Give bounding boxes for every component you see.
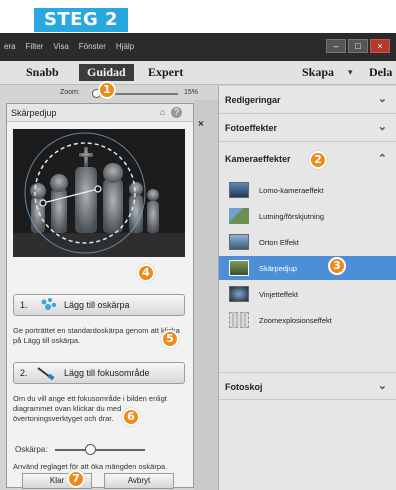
panel-header: Skärpedjup ⌂ ? (7, 104, 193, 122)
blur-slider-row: Oskärpa: (15, 443, 185, 457)
category-label: Redigeringar (225, 95, 281, 105)
blur-slider-track[interactable] (55, 449, 145, 451)
maximize-button[interactable]: □ (348, 39, 368, 53)
panel-title: Skärpedjup (11, 108, 57, 118)
menu-item-view[interactable]: Visa (53, 42, 68, 51)
category-label: Kameraeffekter (225, 154, 291, 164)
effect-label: Lutning/förskjutning (259, 212, 325, 221)
app-window: era Filter Visa Fönster Hjälp – □ × Snab… (0, 33, 396, 490)
tab-quick[interactable]: Snabb (26, 65, 59, 80)
menu-item-help[interactable]: Hjälp (116, 42, 134, 51)
blur-droplets-icon (38, 294, 60, 321)
effect-label: Orton Effekt (259, 238, 299, 247)
help-icon[interactable]: ? (171, 107, 182, 118)
blur-slider-knob[interactable] (85, 444, 96, 455)
effect-depth-of-field[interactable]: Skärpedjup (219, 256, 396, 280)
add-blur-label: Lägg till oskärpa (64, 300, 130, 310)
callout-3: 3 (328, 257, 346, 275)
callout-2: 2 (309, 151, 327, 169)
blur-slider-label: Oskärpa: (15, 445, 48, 454)
menu-item-filter[interactable]: Filter (26, 42, 44, 51)
effect-orton[interactable]: Orton Effekt (219, 230, 396, 254)
preview-diagram (13, 129, 185, 257)
effect-lomo[interactable]: Lomo-kameraeffekt (219, 178, 396, 202)
create-menu[interactable]: Skapa (302, 65, 334, 80)
step-badge: STEG 2 (34, 8, 128, 32)
effects-panel: Redigeringar ⌄ Fotoeffekter ⌄ Kameraeffe… (218, 86, 396, 490)
orton-thumbnail-icon (229, 234, 249, 250)
chevron-up-icon[interactable]: ⌃ (378, 152, 387, 165)
effect-label: Skärpedjup (259, 264, 297, 273)
tab-expert[interactable]: Expert (148, 65, 183, 80)
home-icon[interactable]: ⌂ (157, 107, 168, 118)
category-photo-effects[interactable]: Fotoeffekter ⌄ (219, 114, 396, 142)
add-focus-area-label: Lägg till fokusområde (64, 368, 150, 378)
callout-6: 6 (122, 408, 140, 426)
vignette-thumbnail-icon (229, 286, 249, 302)
guided-panel: Skärpedjup ⌂ ? 1. Lägg till oskärpa Ge p… (6, 103, 194, 488)
effect-label: Vinjetteffekt (259, 290, 298, 299)
effect-vignette[interactable]: Vinjetteffekt (219, 282, 396, 306)
callout-7: 7 (67, 470, 85, 488)
add-focus-area-button[interactable]: 2. Lägg till fokusområde (13, 362, 185, 384)
step1-number: 1. (20, 300, 28, 310)
tilt-shift-thumbnail-icon (229, 208, 249, 224)
cancel-button[interactable]: Avbryt (104, 473, 174, 489)
menu-bar: era Filter Visa Fönster Hjälp – □ × (0, 33, 396, 61)
category-edits[interactable]: Redigeringar ⌄ (219, 86, 396, 114)
zoom-burst-thumbnail-icon (229, 312, 249, 328)
chevron-down-icon[interactable]: ⌄ (378, 92, 387, 105)
step2-help-text: Om du vill ange ett fokusområde i bilden… (13, 394, 167, 423)
chevron-down-icon[interactable]: ⌄ (378, 379, 387, 392)
zoom-label: Zoom: (60, 89, 80, 96)
add-blur-button[interactable]: 1. Lägg till oskärpa (13, 294, 185, 316)
zoom-value: 15% (184, 89, 199, 96)
chevron-down-icon[interactable]: ⌄ (378, 120, 387, 133)
effect-label: Lomo-kameraeffekt (259, 186, 324, 195)
effect-tilt-shift[interactable]: Lutning/förskjutning (219, 204, 396, 228)
menu-item-window[interactable]: Fönster (79, 42, 106, 51)
category-camera-effects[interactable]: Kameraeffekter ⌃ (219, 142, 396, 176)
category-label: Fotoeffekter (225, 123, 278, 133)
create-dropdown-arrow-icon[interactable]: ▾ (348, 67, 353, 78)
effect-zoom-burst[interactable]: Zoomexplosionseffekt (219, 308, 396, 332)
chess-pieces-illustration (13, 129, 185, 257)
share-menu[interactable]: Dela (369, 65, 392, 80)
category-photo-fun[interactable]: Fotoskoj ⌄ (219, 372, 396, 400)
menu-item-edit[interactable]: era (4, 42, 16, 51)
category-label: Fotoskoj (225, 382, 263, 392)
effect-label: Zoomexplosionseffekt (259, 316, 332, 325)
depth-of-field-thumbnail-icon (229, 260, 249, 276)
mode-bar: Snabb Guidad Expert Skapa ▾ Dela (0, 61, 396, 85)
panel-divider (194, 100, 218, 490)
step2-number: 2. (20, 368, 28, 378)
minimize-button[interactable]: – (326, 39, 346, 53)
lomo-thumbnail-icon (229, 182, 249, 198)
callout-4: 4 (137, 264, 155, 282)
blur-help-text: Använd reglaget för att öka mängden oskä… (13, 462, 168, 471)
callout-1: 1 (98, 81, 116, 99)
step1-help-text: Ge porträttet en standardoskärpa genom a… (13, 326, 180, 345)
callout-5: 5 (161, 330, 179, 348)
gradient-tool-icon (36, 365, 56, 388)
tab-guided[interactable]: Guidad (79, 64, 134, 81)
close-panel-icon[interactable]: × (198, 119, 204, 130)
close-button[interactable]: × (370, 39, 390, 53)
